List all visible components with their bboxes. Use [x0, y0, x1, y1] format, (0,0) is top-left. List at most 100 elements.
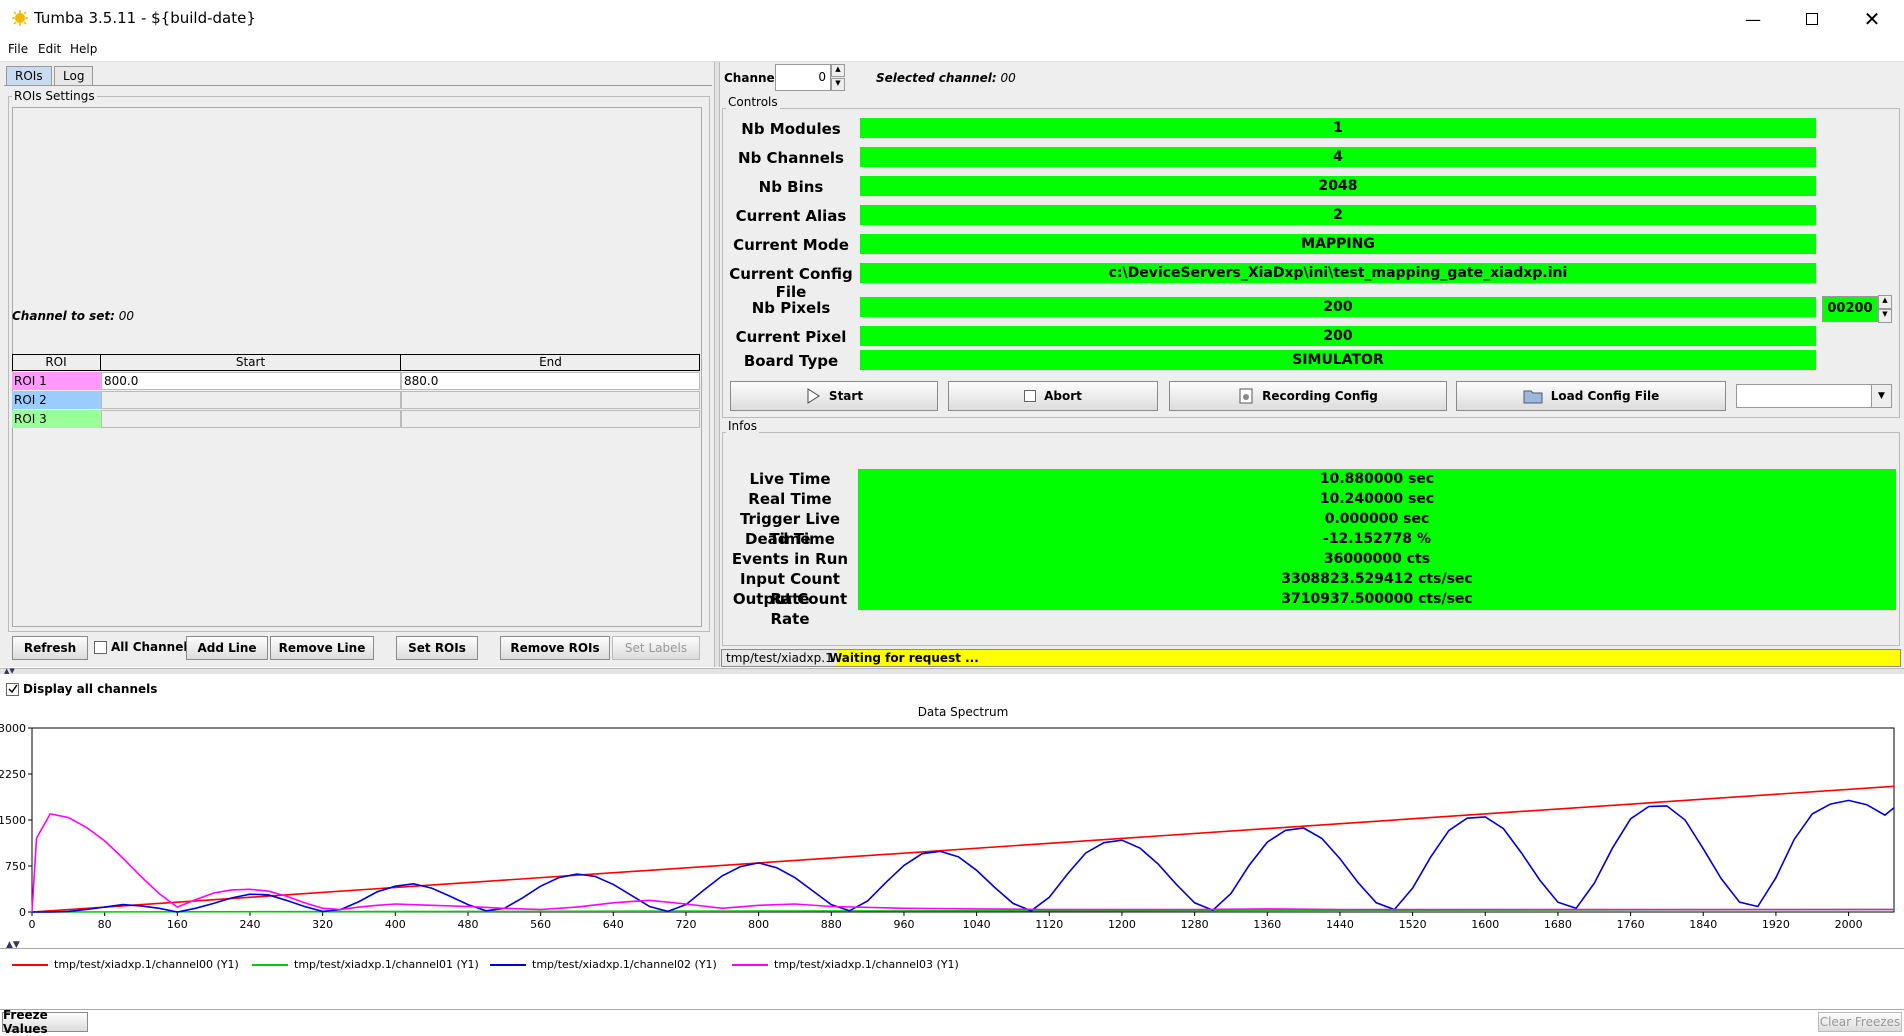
- channel-spinner-down[interactable]: ▼: [831, 78, 845, 91]
- header-roi: ROI: [12, 354, 101, 371]
- checkbox-checked-icon[interactable]: [6, 682, 19, 696]
- control-value: 2: [860, 205, 1816, 225]
- nb-pixels-spinner-up[interactable]: ▲: [1878, 295, 1892, 309]
- info-label: Output Count Rate: [732, 590, 848, 628]
- chevron-down-icon[interactable]: ▼: [1871, 385, 1891, 407]
- triangle-up-icon: ▲: [1882, 296, 1888, 304]
- channel-spinner-up[interactable]: ▲: [831, 64, 845, 77]
- selected-channel-value: 00: [1000, 71, 1016, 85]
- start-button[interactable]: Start: [730, 381, 938, 411]
- info-value: 0.000000 sec: [1324, 511, 1430, 527]
- roi-row-1-name[interactable]: ROI 1: [12, 372, 101, 390]
- control-label: Nb Pixels: [751, 299, 831, 317]
- x-tick-label: 0: [29, 918, 36, 931]
- freeze-values-button[interactable]: Freeze Values: [2, 1008, 88, 1036]
- legend-item[interactable]: tmp/test/xiadxp.1/channel02 (Y1): [490, 958, 717, 971]
- menu-edit[interactable]: Edit: [38, 42, 61, 56]
- legend-label: tmp/test/xiadxp.1/channel03 (Y1): [774, 958, 959, 971]
- status-message: Waiting for request ...: [829, 651, 979, 665]
- y-tick-label: 750: [5, 860, 26, 873]
- chart-title: Data Spectrum: [918, 705, 1009, 719]
- x-tick-label: 640: [603, 918, 624, 931]
- legend-item[interactable]: tmp/test/xiadxp.1/channel01 (Y1): [252, 958, 479, 971]
- set-rois-button[interactable]: Set ROIs: [396, 636, 478, 660]
- roi-row-3-name[interactable]: ROI 3: [12, 410, 101, 428]
- nb-pixels-spinner-down[interactable]: ▼: [1878, 309, 1892, 323]
- abort-label: Abort: [1044, 389, 1082, 403]
- menu-help[interactable]: Help: [70, 42, 97, 56]
- folder-icon: [1523, 390, 1543, 404]
- control-value: 1: [860, 118, 1816, 138]
- x-tick-label: 1440: [1326, 918, 1354, 931]
- menu-file[interactable]: File: [8, 42, 28, 56]
- info-value: -12.152778 %: [1323, 531, 1431, 547]
- window-title: Tumba 3.5.11 - ${build-date}: [34, 9, 256, 27]
- control-value: c:\DeviceServers_XiaDxp\ini\test_mapping…: [860, 263, 1816, 283]
- roi-row-2-name[interactable]: ROI 2: [12, 391, 101, 409]
- add-line-button[interactable]: Add Line: [186, 636, 268, 660]
- legend-item[interactable]: tmp/test/xiadxp.1/channel03 (Y1): [732, 958, 959, 971]
- remove-rois-button[interactable]: Remove ROIs: [500, 636, 610, 660]
- channel-to-set-label: Channel to set:: [12, 309, 115, 323]
- x-tick-label: 320: [312, 918, 333, 931]
- clear-freezes-button: Clear Freezes: [1818, 1012, 1902, 1032]
- legend-label: tmp/test/xiadxp.1/channel02 (Y1): [532, 958, 717, 971]
- channel-to-set-value: 00: [118, 309, 135, 323]
- legend-swatch: [12, 963, 48, 966]
- roi-row-2-end[interactable]: [401, 391, 700, 409]
- recording-config-button[interactable]: Recording Config: [1169, 381, 1447, 411]
- tab-log[interactable]: Log: [54, 66, 94, 86]
- info-label: Events in Run: [731, 550, 849, 568]
- all-channels-checkbox-box[interactable]: [94, 640, 107, 654]
- close-button[interactable]: ✕: [1844, 0, 1900, 38]
- x-tick-label: 800: [748, 918, 769, 931]
- control-value: 2048: [860, 176, 1816, 196]
- x-tick-label: 80: [98, 918, 112, 931]
- roi-row-3-end[interactable]: [401, 410, 700, 428]
- x-tick-label: 880: [821, 918, 842, 931]
- maximize-button[interactable]: [1784, 0, 1840, 38]
- info-label: Real Time: [748, 490, 832, 508]
- recording-config-label: Recording Config: [1262, 389, 1378, 403]
- refresh-button[interactable]: Refresh: [12, 636, 88, 660]
- control-label: Current Config File: [729, 265, 853, 301]
- remove-line-button[interactable]: Remove Line: [270, 636, 374, 660]
- set-labels-button: Set Labels: [612, 636, 700, 660]
- nb-pixels-spinner-input[interactable]: 00200: [1822, 296, 1878, 322]
- roi-row-2-start[interactable]: [101, 391, 401, 409]
- app-icon: [12, 10, 28, 26]
- legend-item[interactable]: tmp/test/xiadxp.1/channel00 (Y1): [12, 958, 239, 971]
- tab-rois[interactable]: ROIs: [6, 66, 52, 86]
- all-channels-checkbox[interactable]: All Channels: [94, 640, 195, 654]
- load-config-file-button[interactable]: Load Config File: [1456, 381, 1726, 411]
- selected-channel-label: Selected channel:: [876, 71, 997, 85]
- x-tick-label: 1360: [1253, 918, 1281, 931]
- config-file-dropdown[interactable]: ▼: [1736, 384, 1892, 408]
- horizontal-splitter[interactable]: ▲▼: [0, 667, 1904, 675]
- legend-swatch: [732, 963, 768, 966]
- legend-label: tmp/test/xiadxp.1/channel00 (Y1): [54, 958, 239, 971]
- abort-button[interactable]: Abort: [948, 381, 1158, 411]
- info-value: 3308823.529412 cts/sec: [1281, 571, 1473, 587]
- title-bar: Tumba 3.5.11 - ${build-date} — ✕: [0, 0, 1904, 38]
- control-label: Current Alias: [735, 207, 847, 225]
- x-tick-label: 1280: [1181, 918, 1209, 931]
- display-all-channels-label: Display all channels: [23, 682, 158, 696]
- status-device: tmp/test/xiadxp.1: [722, 650, 837, 666]
- infos-title: Infos: [726, 419, 759, 433]
- x-tick-label: 1520: [1399, 918, 1427, 931]
- info-value: 36000000 cts: [1323, 551, 1431, 567]
- data-spectrum-chart[interactable]: Data Spectrum 0 750 1500 2250 3000 0 80 160 240 32…: [0, 700, 1904, 950]
- minimize-button[interactable]: —: [1725, 0, 1781, 38]
- collapse-arrows-icon[interactable]: ▲▼: [4, 667, 15, 675]
- roi-row-1-end[interactable]: 880.0: [401, 372, 700, 390]
- roi-row-1-start[interactable]: 800.0: [101, 372, 401, 390]
- display-all-channels-checkbox[interactable]: Display all channels: [6, 682, 157, 696]
- control-label: Board Type: [743, 352, 839, 370]
- roi-table: ROI Start End ROI 1 800.0 880.0 ROI 2 RO…: [12, 354, 700, 428]
- channel-spinner-input[interactable]: 0: [775, 64, 831, 91]
- triangle-down-icon: ▼: [835, 79, 841, 87]
- roi-row-3-start[interactable]: [101, 410, 401, 428]
- load-config-file-label: Load Config File: [1550, 389, 1660, 403]
- menu-bar: File Edit Help: [0, 38, 1904, 62]
